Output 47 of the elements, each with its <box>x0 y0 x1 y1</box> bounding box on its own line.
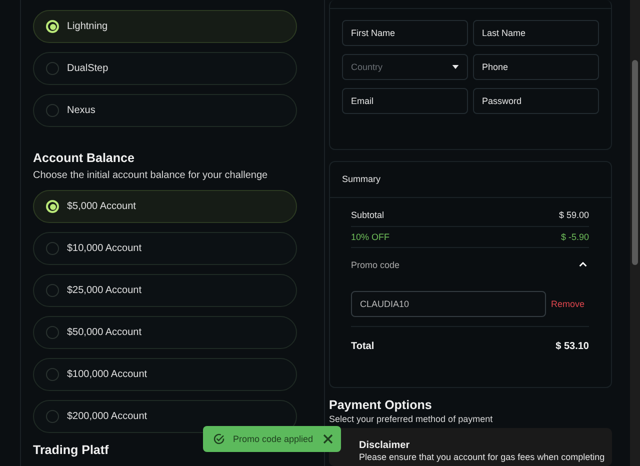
radio-option[interactable]: $5,000 Account <box>33 190 297 223</box>
row-label: Subtotal <box>351 210 384 220</box>
section-title: Payment Options <box>329 398 433 414</box>
row-value: $ 59.00 <box>558 210 589 220</box>
radio-option[interactable]: Lightning <box>33 10 297 43</box>
toast-message: Promo code applied <box>233 434 314 444</box>
radio-icon <box>46 20 59 33</box>
row-label: 10% OFF <box>351 232 390 242</box>
radio-option[interactable]: $50,000 Account <box>33 316 297 349</box>
radio-icon <box>46 410 59 423</box>
close-button[interactable] <box>321 432 336 446</box>
radio-icon <box>46 200 59 213</box>
radio-icon <box>46 368 59 381</box>
section-title: Account Balance <box>33 151 136 166</box>
radio-icon <box>46 62 59 75</box>
radio-icon <box>46 326 59 339</box>
input-field[interactable]: Last Name <box>473 20 599 46</box>
promo-input[interactable]: CLAUDIA10 <box>351 290 546 317</box>
radio-option[interactable]: $25,000 Account <box>33 274 297 307</box>
radio-option[interactable]: Nexus <box>33 94 297 127</box>
row-value: $ -5.90 <box>560 232 589 242</box>
caret-icon <box>452 65 459 69</box>
disclaimer-title: Disclaimer <box>358 440 411 452</box>
check-circle-icon <box>213 433 225 445</box>
disclaimer-text: Please ensure that you account for gas fees when completing <box>358 451 606 464</box>
promo-label: Promo code <box>351 260 400 270</box>
input-field[interactable]: Password <box>473 88 599 114</box>
radio-option[interactable]: $100,000 Account <box>33 358 297 391</box>
card-title: Summary <box>342 174 381 184</box>
radio-icon <box>46 284 59 297</box>
input-field[interactable]: First Name <box>342 20 468 46</box>
section-subtitle: Select your preferred method of payment <box>329 414 494 424</box>
scrollbar[interactable] <box>630 0 640 466</box>
radio-icon <box>46 104 59 117</box>
country-select[interactable]: Country <box>342 54 468 80</box>
radio-option[interactable]: $10,000 Account <box>33 232 297 265</box>
section-title: Trading Platf <box>33 443 110 458</box>
remove-link[interactable]: Remove <box>551 298 585 309</box>
input-field[interactable]: Email <box>342 88 468 114</box>
chevron-up-icon[interactable] <box>579 262 587 268</box>
radio-option[interactable]: $200,000 Account <box>33 400 297 433</box>
total-value: $ 53.10 <box>556 341 589 352</box>
section-subtitle: Choose the initial account balance for your challenge <box>33 170 269 182</box>
total-label: Total <box>351 341 374 352</box>
input-field[interactable]: Phone <box>473 54 599 80</box>
radio-option[interactable]: DualStep <box>33 52 297 85</box>
radio-icon <box>46 242 59 255</box>
